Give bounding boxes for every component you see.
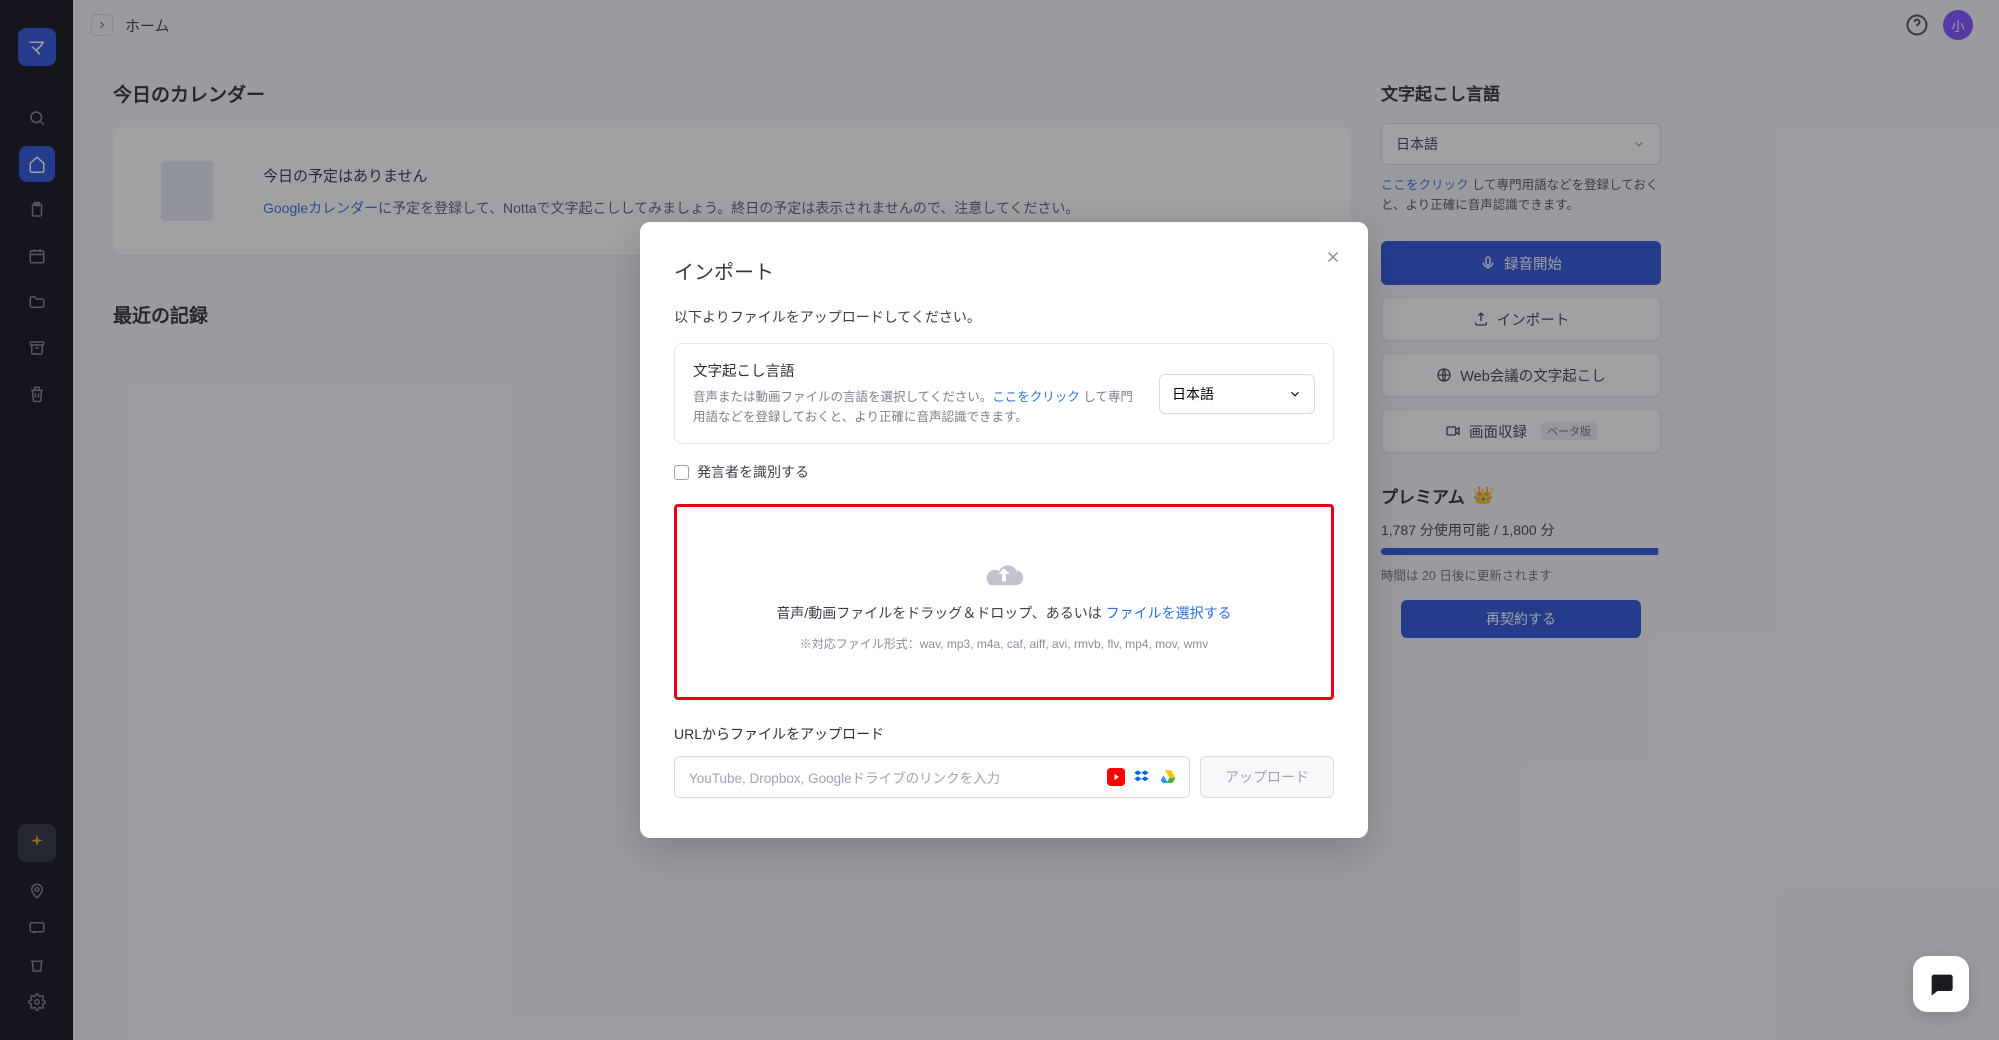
cloud-upload-icon — [981, 553, 1027, 591]
dropzone-text: 音声/動画ファイルをドラッグ＆ドロップ、あるいは ファイルを選択する — [776, 603, 1231, 623]
import-modal: インポート 以下よりファイルをアップロードしてください。 文字起こし言語 音声ま… — [640, 222, 1368, 838]
modal-language-select[interactable]: 日本語 — [1159, 374, 1315, 414]
modal-subtitle: 以下よりファイルをアップロードしてください。 — [674, 307, 1334, 327]
modal-close-button[interactable] — [1324, 248, 1342, 271]
url-upload-heading: URLからファイルをアップロード — [674, 724, 1334, 744]
checkbox-label: 発言者を識別する — [697, 462, 809, 482]
file-select-link[interactable]: ファイルを選択する — [1106, 605, 1232, 621]
youtube-icon — [1107, 768, 1125, 786]
url-upload-button[interactable]: アップロード — [1200, 756, 1334, 798]
close-icon — [1324, 248, 1342, 266]
url-input-placeholder: YouTube, Dropbox, Googleドライブのリンクを入力 — [689, 767, 1000, 787]
dropzone-formats: ※対応ファイル形式：wav, mp3, m4a, caf, aiff, avi,… — [800, 635, 1209, 652]
dropbox-icon — [1133, 768, 1151, 786]
file-dropzone[interactable]: 音声/動画ファイルをドラッグ＆ドロップ、あるいは ファイルを選択する ※対応ファ… — [681, 511, 1327, 693]
modal-title: インポート — [674, 256, 1334, 285]
dropzone-highlight: 音声/動画ファイルをドラッグ＆ドロップ、あるいは ファイルを選択する ※対応ファ… — [674, 504, 1334, 700]
modal-lang-title: 文字起こし言語 — [693, 360, 1137, 381]
chat-bubble-icon — [1927, 970, 1955, 998]
chevron-down-icon — [1288, 387, 1302, 401]
modal-vocab-link[interactable]: ここをクリック — [992, 390, 1080, 404]
google-drive-icon — [1159, 768, 1177, 786]
speaker-id-checkbox-row[interactable]: 発言者を識別する — [674, 462, 1334, 482]
url-input[interactable]: YouTube, Dropbox, Googleドライブのリンクを入力 — [674, 756, 1190, 798]
checkbox-icon — [674, 465, 689, 480]
select-value: 日本語 — [1172, 384, 1214, 404]
modal-lang-desc: 音声または動画ファイルの言語を選択してください。ここをクリック して専門用語など… — [693, 387, 1137, 427]
modal-language-box: 文字起こし言語 音声または動画ファイルの言語を選択してください。ここをクリック … — [674, 343, 1334, 444]
chat-support-button[interactable] — [1913, 956, 1969, 1012]
